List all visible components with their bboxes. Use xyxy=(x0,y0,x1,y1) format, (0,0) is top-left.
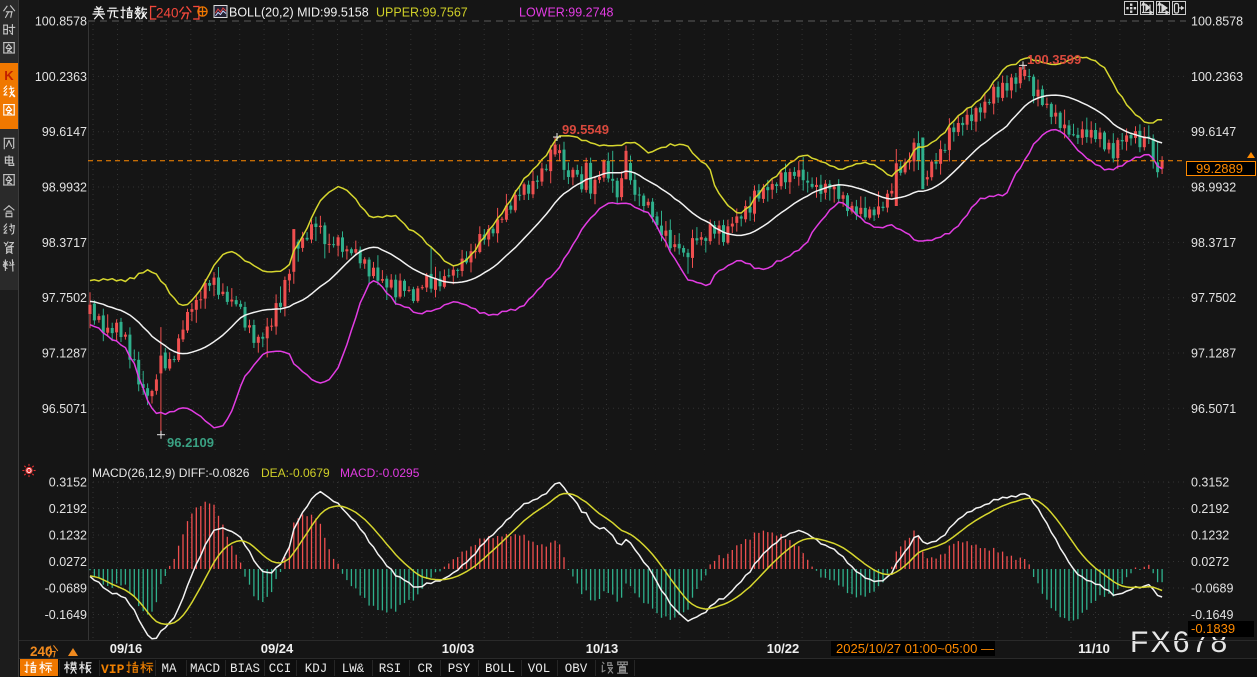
svg-text:MACD(26,12,9) DIFF:-0.0826: MACD(26,12,9) DIFF:-0.0826 xyxy=(92,466,250,480)
svg-text:96.5071: 96.5071 xyxy=(1191,402,1236,416)
svg-text:100.3599: 100.3599 xyxy=(1027,52,1081,67)
svg-text:0.0272: 0.0272 xyxy=(49,555,87,569)
svg-text:09/24: 09/24 xyxy=(261,641,294,656)
svg-text:BIAS: BIAS xyxy=(230,662,260,676)
svg-text:DEA:-0.0679: DEA:-0.0679 xyxy=(261,466,330,480)
svg-text:CR: CR xyxy=(417,662,433,676)
svg-text:240: 240 xyxy=(156,6,179,21)
svg-text:BOLL(20,2) MID:99.5158: BOLL(20,2) MID:99.5158 xyxy=(229,6,369,20)
svg-text:09/16: 09/16 xyxy=(110,641,143,656)
svg-text:10/13: 10/13 xyxy=(586,641,619,656)
svg-text:LOWER:99.2748: LOWER:99.2748 xyxy=(519,6,614,20)
svg-text:97.7502: 97.7502 xyxy=(42,291,87,305)
svg-text:RSI: RSI xyxy=(379,662,402,676)
svg-text:-0.1649: -0.1649 xyxy=(45,608,87,622)
svg-text:VIP: VIP xyxy=(101,662,125,677)
svg-text:0.2192: 0.2192 xyxy=(49,502,87,516)
svg-text:MA: MA xyxy=(161,662,177,676)
svg-text:100.2363: 100.2363 xyxy=(1191,70,1243,84)
svg-text:UPPER:99.7567: UPPER:99.7567 xyxy=(376,6,468,20)
svg-text:97.7502: 97.7502 xyxy=(1191,291,1236,305)
svg-text:99.6147: 99.6147 xyxy=(42,125,87,139)
svg-text:96.5071: 96.5071 xyxy=(42,402,87,416)
svg-text:-0.0689: -0.0689 xyxy=(45,582,87,596)
svg-text:2025/10/27 01:00~05:00 —: 2025/10/27 01:00~05:00 — xyxy=(836,641,994,656)
svg-text:100.8578: 100.8578 xyxy=(35,15,87,29)
svg-text:0.2192: 0.2192 xyxy=(1191,502,1229,516)
svg-text:11/10: 11/10 xyxy=(1078,641,1110,656)
svg-text:MACD:-0.0295: MACD:-0.0295 xyxy=(340,466,420,480)
svg-text:PSY: PSY xyxy=(448,662,471,676)
svg-text:99.6147: 99.6147 xyxy=(1191,125,1236,139)
svg-text:98.9932: 98.9932 xyxy=(1191,181,1236,195)
svg-text:0.1232: 0.1232 xyxy=(49,529,87,543)
svg-text:98.9932: 98.9932 xyxy=(42,181,87,195)
svg-text:OBV: OBV xyxy=(565,662,588,676)
svg-text:96.2109: 96.2109 xyxy=(167,435,214,450)
svg-text:BOLL: BOLL xyxy=(485,662,515,676)
svg-text:KDJ: KDJ xyxy=(305,662,328,676)
svg-text:-0.1839: -0.1839 xyxy=(1191,621,1235,636)
svg-text:98.3717: 98.3717 xyxy=(1191,236,1236,250)
svg-text:-0.0689: -0.0689 xyxy=(1191,582,1233,596)
svg-text:0.1232: 0.1232 xyxy=(1191,529,1229,543)
svg-text:97.1287: 97.1287 xyxy=(42,347,87,361)
svg-text:0.0272: 0.0272 xyxy=(1191,555,1229,569)
svg-text:98.3717: 98.3717 xyxy=(42,236,87,250)
svg-text:0.3152: 0.3152 xyxy=(49,476,87,490)
svg-text:10/03: 10/03 xyxy=(442,641,475,656)
svg-text:MACD: MACD xyxy=(190,662,220,676)
svg-text:10/22: 10/22 xyxy=(767,641,800,656)
svg-text:97.1287: 97.1287 xyxy=(1191,347,1236,361)
svg-text:-0.1649: -0.1649 xyxy=(1191,608,1233,622)
svg-text:99.2889: 99.2889 xyxy=(1196,161,1243,176)
svg-text:100.2363: 100.2363 xyxy=(35,70,87,84)
svg-text:100.8578: 100.8578 xyxy=(1191,15,1243,29)
svg-text:99.5549: 99.5549 xyxy=(562,122,609,137)
svg-text:LW&: LW& xyxy=(342,662,365,676)
svg-text:CCI: CCI xyxy=(269,662,292,676)
svg-text:0.3152: 0.3152 xyxy=(1191,476,1229,490)
svg-text:VOL: VOL xyxy=(528,662,551,676)
svg-text:K: K xyxy=(4,68,14,83)
